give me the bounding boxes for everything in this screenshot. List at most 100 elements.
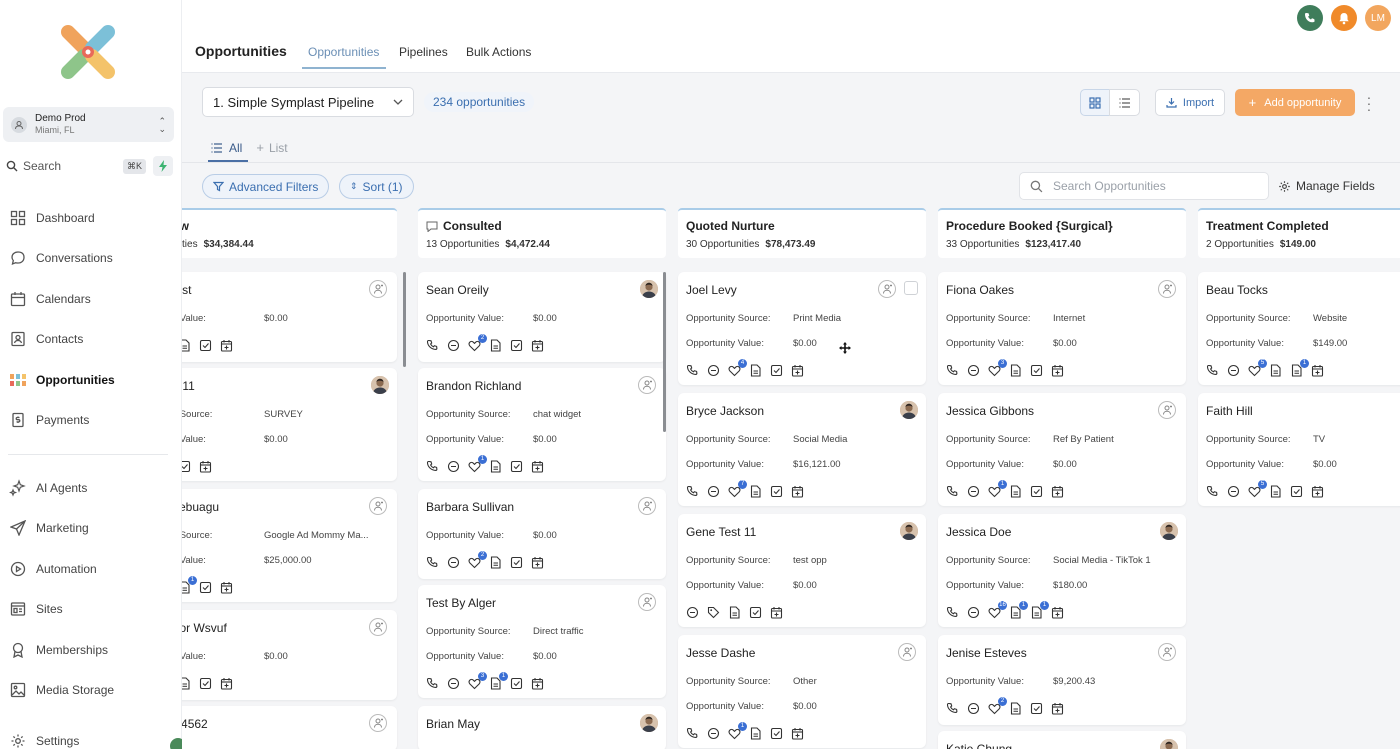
opportunity-card[interactable]: Bryce Jackson Opportunity Source: Social M… (678, 393, 926, 506)
doc-icon[interactable] (1269, 364, 1283, 378)
assign-user-icon[interactable] (369, 280, 387, 298)
opportunity-card[interactable]: Gene Test 11 Opportunity Source: test opp O… (678, 514, 926, 627)
calendar-add-icon[interactable] (1051, 702, 1065, 716)
chat-icon[interactable] (967, 485, 981, 499)
doc-icon[interactable] (1009, 364, 1023, 378)
add-opportunity-button[interactable]: + Add opportunity (1235, 89, 1355, 116)
check-icon[interactable] (510, 339, 524, 353)
opportunity-name[interactable]: Bryce Jackson (686, 404, 764, 418)
assign-user-icon[interactable] (369, 618, 387, 636)
check-icon[interactable] (749, 606, 763, 620)
sidebar-item-opportunities[interactable]: Opportunities (8, 367, 174, 393)
chat-icon[interactable] (967, 702, 981, 716)
opportunity-card[interactable]: Fiona Oakes Opportunity Source: Internet Op… (938, 272, 1186, 385)
doc-icon[interactable] (1269, 485, 1283, 499)
opportunity-card[interactable]: Sean Oreily Opportunity Value: $0.00 2 (418, 272, 666, 362)
tag-icon[interactable]: 2 (468, 551, 487, 570)
calendar-add-icon[interactable] (791, 727, 805, 741)
phone-icon[interactable] (946, 485, 960, 499)
opportunity-card[interactable]: Brandon Richland Opportunity Source: chat … (418, 368, 666, 481)
chat-icon[interactable] (707, 485, 721, 499)
doc-icon[interactable] (728, 606, 742, 620)
avatar[interactable] (371, 376, 389, 394)
phone-icon[interactable] (426, 339, 440, 353)
column-scrollbar[interactable] (403, 272, 406, 367)
calendar-add-icon[interactable] (1311, 364, 1325, 378)
import-button[interactable]: Import (1155, 89, 1225, 116)
sidebar-item-sites[interactable]: Sites (8, 596, 174, 622)
tag-icon[interactable]: 3 (988, 359, 1007, 378)
assign-user-icon[interactable] (898, 643, 916, 661)
notifications-button[interactable] (1331, 5, 1357, 31)
doc-icon[interactable]: 1 (1290, 359, 1309, 378)
opportunity-card[interactable]: Jessica Gibbons Opportunity Source: Ref By… (938, 393, 1186, 506)
tag-icon[interactable]: 5 (1248, 480, 1267, 499)
calendar-add-icon[interactable] (531, 460, 545, 474)
tag-icon[interactable]: 3 (468, 672, 487, 691)
calendar-add-icon[interactable] (1051, 606, 1065, 620)
sidebar-item-settings[interactable]: Settings (8, 728, 174, 749)
phone-button[interactable] (1297, 5, 1323, 31)
doc-icon[interactable]: 1 (489, 672, 508, 691)
calendar-add-icon[interactable] (220, 581, 234, 595)
assign-user-icon[interactable] (638, 497, 656, 515)
opportunity-card[interactable]: Test 11 unity Source: SURVEY unity Value: $0… (182, 368, 397, 481)
sidebar-item-media-storage[interactable]: Media Storage (8, 677, 174, 703)
check-icon[interactable] (1030, 485, 1044, 499)
opportunity-name[interactable]: Beau Tocks (1206, 283, 1268, 297)
calendar-add-icon[interactable] (220, 339, 234, 353)
tab-pipelines[interactable]: Pipelines (399, 45, 448, 59)
sidebar-item-contacts[interactable]: Contacts (8, 326, 174, 352)
check-icon[interactable] (182, 460, 192, 474)
opportunity-name[interactable]: Jessica Gibbons (946, 404, 1034, 418)
assign-user-icon[interactable] (1158, 401, 1176, 419)
sort-button[interactable]: ⇕ Sort (1) (339, 174, 414, 199)
phone-icon[interactable] (946, 606, 960, 620)
doc-icon[interactable] (182, 339, 192, 353)
assign-user-icon[interactable] (638, 376, 656, 394)
chat-icon[interactable] (447, 556, 461, 570)
doc-icon[interactable] (489, 339, 503, 353)
tag-icon[interactable]: 7 (728, 480, 747, 499)
sidebar-item-payments[interactable]: Payments (8, 407, 174, 433)
opportunity-card[interactable]: 354-4562 (182, 706, 397, 749)
avatar[interactable] (640, 714, 658, 732)
opportunity-name[interactable]: Fiona Oakes (946, 283, 1014, 297)
opportunity-card[interactable]: st Test unity Value: $0.00 4 (182, 272, 397, 362)
opportunity-name[interactable]: Test 11 (182, 379, 195, 393)
tag-icon[interactable]: 2 (988, 697, 1007, 716)
tag-icon[interactable]: 5 (1248, 359, 1267, 378)
phone-icon[interactable] (946, 702, 960, 716)
calendar-add-icon[interactable] (531, 339, 545, 353)
check-icon[interactable] (770, 485, 784, 499)
calendar-add-icon[interactable] (531, 556, 545, 570)
tag-icon[interactable]: 16 (988, 601, 1007, 620)
assign-user-icon[interactable] (638, 593, 656, 611)
assign-user-icon[interactable] (369, 714, 387, 732)
opportunity-name[interactable]: Jesse Dashe (686, 646, 755, 660)
manage-fields-button[interactable]: Manage Fields (1278, 179, 1375, 193)
doc-icon[interactable] (489, 556, 503, 570)
assign-user-icon[interactable] (878, 280, 896, 298)
doc-icon[interactable]: 1 (1030, 601, 1049, 620)
doc-icon[interactable] (749, 485, 763, 499)
sidebar-item-memberships[interactable]: Memberships (8, 637, 174, 663)
doc-icon[interactable]: 1 (1009, 601, 1028, 620)
list-view-button[interactable] (1109, 89, 1140, 116)
phone-icon[interactable] (686, 727, 700, 741)
doc-icon[interactable] (1009, 702, 1023, 716)
avatar[interactable] (1160, 522, 1178, 540)
opportunity-card[interactable]: Jesse Dashe Opportunity Source: Other Oppor… (678, 635, 926, 748)
doc-icon[interactable]: 1 (182, 576, 197, 595)
opportunity-card[interactable]: Joel Levy Opportunity Source: Print Media O… (678, 272, 926, 385)
search-opportunities-input[interactable]: Search Opportunities (1019, 172, 1269, 200)
check-icon[interactable] (1030, 364, 1044, 378)
check-icon[interactable] (770, 727, 784, 741)
assign-user-icon[interactable] (1158, 280, 1176, 298)
doc-icon[interactable] (489, 460, 503, 474)
opportunity-name[interactable]: Katie Chung (946, 742, 1012, 749)
sidebar-search[interactable]: Search ⌘K (6, 156, 146, 176)
label-icon[interactable] (707, 606, 721, 620)
check-icon[interactable] (1290, 485, 1304, 499)
chat-icon[interactable] (447, 677, 461, 691)
